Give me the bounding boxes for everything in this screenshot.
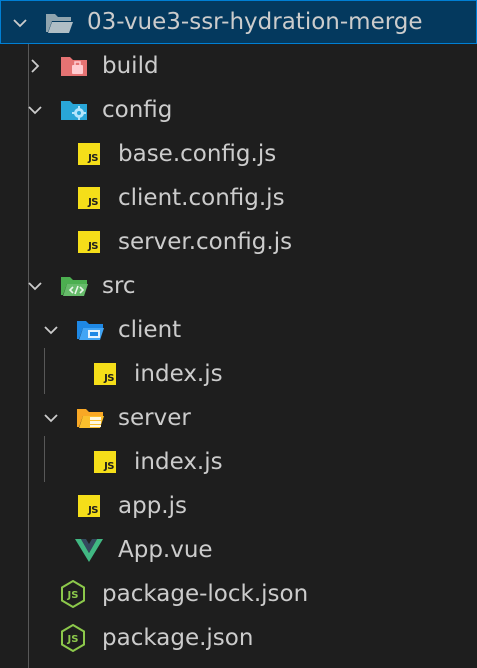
tree-item-label: src: [102, 272, 136, 299]
svg-text:JS: JS: [67, 634, 79, 645]
tree-item-label: server.config.js: [118, 228, 293, 255]
file-explorer-tree: 03-vue3-ssr-hydration-merge build config…: [0, 0, 477, 668]
js-file-icon: JS: [76, 220, 102, 264]
tree-item-label: client: [118, 316, 182, 343]
tree-item-label: server: [118, 404, 191, 431]
folder-build-icon: [58, 44, 90, 88]
js-file-icon: JS: [76, 484, 102, 528]
tree-item-server-config-js[interactable]: JS server.config.js: [0, 220, 477, 264]
js-badge-text: JS: [88, 505, 98, 516]
tree-item-label: index.js: [134, 360, 223, 387]
js-badge-text: JS: [88, 197, 98, 208]
tree-item-label: package.json: [102, 624, 254, 651]
folder-src-icon: [58, 264, 90, 308]
folder-open-icon: [43, 1, 75, 45]
tree-item-label: App.vue: [118, 536, 213, 563]
js-badge-text: JS: [88, 241, 98, 252]
tree-item-package-lock-json[interactable]: JS package-lock.json: [0, 572, 477, 616]
tree-item-label: client.config.js: [118, 184, 285, 211]
js-file-icon: JS: [92, 440, 118, 484]
js-badge-text: JS: [104, 373, 114, 384]
js-file-icon: JS: [92, 352, 118, 396]
tree-item-client-config-js[interactable]: JS client.config.js: [0, 176, 477, 220]
chevron-down-icon[interactable]: [24, 88, 46, 132]
tree-item-src[interactable]: src: [0, 264, 477, 308]
tree-item-label: base.config.js: [118, 140, 277, 167]
tree-item-package-json[interactable]: JS package.json: [0, 616, 477, 660]
js-badge-text: JS: [104, 461, 114, 472]
tree-item-server-index-js[interactable]: JS index.js: [0, 440, 477, 484]
tree-item-label: index.js: [134, 448, 223, 475]
tree-item-app-vue[interactable]: App.vue: [0, 528, 477, 572]
folder-client-icon: [74, 308, 106, 352]
tree-item-label: 03-vue3-ssr-hydration-merge: [87, 8, 423, 35]
tree-item-client[interactable]: client: [0, 308, 477, 352]
tree-item-label: app.js: [118, 492, 187, 519]
tree-item-base-config-js[interactable]: JS base.config.js: [0, 132, 477, 176]
js-file-icon: JS: [76, 176, 102, 220]
chevron-down-icon[interactable]: [40, 396, 62, 440]
nodejs-file-icon: JS: [58, 616, 88, 660]
js-badge-text: JS: [88, 153, 98, 164]
chevron-down-icon[interactable]: [40, 308, 62, 352]
tree-item-build[interactable]: build: [0, 44, 477, 88]
nodejs-file-icon: JS: [58, 572, 88, 616]
tree-item-app-js[interactable]: JS app.js: [0, 484, 477, 528]
tree-item-server[interactable]: server: [0, 396, 477, 440]
tree-item-client-index-js[interactable]: JS index.js: [0, 352, 477, 396]
tree-item-label: config: [102, 96, 173, 123]
js-file-icon: JS: [76, 132, 102, 176]
chevron-down-icon[interactable]: [9, 1, 31, 45]
svg-text:JS: JS: [67, 590, 79, 601]
chevron-right-icon[interactable]: [24, 44, 46, 88]
vue-file-icon: [74, 528, 104, 572]
tree-item-label: package-lock.json: [102, 580, 309, 607]
chevron-down-icon[interactable]: [24, 264, 46, 308]
folder-server-icon: [74, 396, 106, 440]
tree-item-root-folder[interactable]: 03-vue3-ssr-hydration-merge: [0, 0, 477, 44]
tree-item-config[interactable]: config: [0, 88, 477, 132]
folder-config-icon: [58, 88, 90, 132]
tree-item-label: build: [102, 52, 159, 79]
